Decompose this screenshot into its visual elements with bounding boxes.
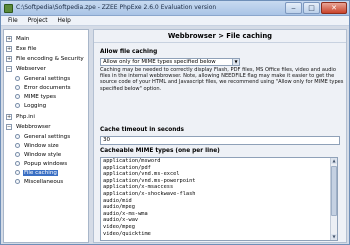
scroll-down-icon[interactable]: ▼ bbox=[331, 234, 337, 240]
expand-icon[interactable]: + bbox=[6, 55, 12, 62]
sidebar-item[interactable]: − Webserver bbox=[6, 64, 47, 73]
expand-icon[interactable]: + bbox=[6, 35, 12, 42]
mime-type-line: application/x-shockwave-flash bbox=[103, 190, 196, 197]
timeout-input[interactable]: 30 bbox=[100, 136, 340, 145]
scroll-up-icon[interactable]: ▲ bbox=[331, 158, 337, 164]
mime-types-label: Cacheable MIME types (one per line) bbox=[100, 148, 220, 154]
page-node-icon bbox=[15, 161, 20, 166]
mime-type-line: video/mpeg bbox=[103, 223, 135, 230]
timeout-label: Cache timeout in seconds bbox=[100, 127, 184, 133]
sidebar-item-label: Webbrowser bbox=[16, 123, 51, 130]
expand-icon[interactable]: + bbox=[6, 45, 12, 52]
mime-type-line: video/quicktime bbox=[103, 230, 151, 237]
sidebar-item[interactable]: Error documents bbox=[15, 83, 72, 92]
maximize-button[interactable]: □ bbox=[303, 2, 320, 14]
sidebar-item-label: General settings bbox=[24, 75, 71, 82]
sidebar-item-label: Exe file bbox=[16, 45, 37, 52]
mime-type-line: application/x-msaccess bbox=[103, 184, 174, 191]
sidebar-item-label: Main bbox=[16, 35, 30, 42]
sidebar-item[interactable]: + Php.ini bbox=[6, 112, 36, 121]
sidebar-item[interactable]: + Exe file bbox=[6, 44, 37, 53]
allow-caching-label: Allow file caching bbox=[100, 49, 158, 55]
page-node-icon bbox=[15, 179, 20, 184]
settings-panel: Webbrowser > File caching Allow file cac… bbox=[93, 29, 347, 243]
mime-type-line: application/vnd.ms-excel bbox=[103, 171, 180, 178]
page-node-icon bbox=[15, 143, 20, 148]
sidebar-item-label: MIME types bbox=[24, 93, 57, 100]
sidebar-item-label: Popup windows bbox=[24, 160, 68, 167]
mime-types-textarea[interactable]: application/msword application/pdf applica… bbox=[100, 157, 338, 241]
mime-type-line: audio/x-ms-wma bbox=[103, 210, 148, 217]
title-bar[interactable]: C:\Softpedia\Softpedia.zpe - ZZEE PhpExe… bbox=[1, 1, 349, 16]
close-button[interactable]: ✕ bbox=[321, 2, 347, 14]
menu-file[interactable]: File bbox=[3, 18, 23, 24]
allow-caching-select[interactable]: Allow only for MIME types specified belo… bbox=[100, 58, 240, 66]
sidebar-item[interactable]: General settings bbox=[15, 74, 71, 83]
menu-project[interactable]: Project bbox=[23, 18, 53, 24]
sidebar-item-label: File caching bbox=[23, 169, 58, 176]
allow-caching-value: Allow only for MIME types specified belo… bbox=[103, 59, 216, 65]
page-node-icon bbox=[15, 103, 20, 108]
minimize-button[interactable]: ‒ bbox=[285, 2, 302, 14]
sidebar-item[interactable]: Popup windows bbox=[15, 159, 68, 168]
page-node-icon bbox=[15, 76, 20, 81]
mime-type-line: audio/x-wav bbox=[103, 217, 139, 224]
sidebar-item[interactable]: MIME types bbox=[15, 92, 57, 101]
sidebar-item-label: Miscellaneous bbox=[24, 178, 64, 185]
scroll-thumb[interactable] bbox=[331, 166, 337, 216]
page-node-icon bbox=[15, 85, 20, 90]
mime-type-line: application/vnd.ms-powerpoint bbox=[103, 177, 196, 184]
sidebar-item[interactable]: Window size bbox=[15, 141, 60, 150]
sidebar-item-label: File encoding & Security bbox=[16, 55, 84, 62]
menu-bar: File Project Help bbox=[1, 16, 349, 26]
sidebar-item[interactable]: General settings bbox=[15, 132, 71, 141]
mime-type-line: application/pdf bbox=[103, 164, 151, 171]
sidebar-item[interactable]: + File encoding & Security bbox=[6, 54, 85, 63]
menu-help[interactable]: Help bbox=[53, 18, 76, 24]
sidebar-item-label: Window style bbox=[24, 151, 62, 158]
sidebar-item[interactable]: Miscellaneous bbox=[15, 177, 64, 186]
sidebar-item[interactable]: Logging bbox=[15, 101, 47, 110]
collapse-icon[interactable]: − bbox=[6, 65, 12, 72]
collapse-icon[interactable]: − bbox=[6, 123, 12, 130]
window-controls: ‒ □ ✕ bbox=[285, 2, 347, 14]
page-node-icon bbox=[15, 134, 20, 139]
page-node-icon bbox=[15, 152, 20, 157]
sidebar-item-label: Error documents bbox=[24, 84, 71, 91]
page-title: Webbrowser > File caching bbox=[94, 30, 346, 43]
app-window: C:\Softpedia\Softpedia.zpe - ZZEE PhpExe… bbox=[0, 0, 350, 245]
expand-icon[interactable]: + bbox=[6, 113, 12, 120]
sidebar-item-label: Webserver bbox=[16, 65, 46, 72]
sidebar-item[interactable]: − Webbrowser bbox=[6, 122, 52, 131]
mime-type-line: audio/mid bbox=[103, 197, 132, 204]
app-icon bbox=[4, 4, 13, 13]
page-node-icon bbox=[15, 170, 20, 175]
settings-tree: + Main + Exe file + File encoding & Security −… bbox=[3, 29, 89, 243]
page-node-icon bbox=[15, 94, 20, 99]
mime-scrollbar[interactable]: ▲ ▼ bbox=[330, 158, 337, 240]
sidebar-item[interactable]: + Main bbox=[6, 34, 30, 43]
mime-type-line: application/msword bbox=[103, 158, 161, 164]
caching-description: Caching may be needed to correctly displ… bbox=[100, 67, 344, 92]
sidebar-item[interactable]: File caching bbox=[15, 168, 58, 177]
mime-types-list: application/msword application/pdf applica… bbox=[101, 158, 337, 237]
sidebar-item-label: Window size bbox=[24, 142, 59, 149]
chevron-down-icon[interactable]: ▼ bbox=[232, 59, 239, 65]
sidebar-item[interactable]: Window style bbox=[15, 150, 62, 159]
sidebar-item-label: Logging bbox=[24, 102, 47, 109]
window-title: C:\Softpedia\Softpedia.zpe - ZZEE PhpExe… bbox=[16, 4, 217, 11]
sidebar-item-label: General settings bbox=[24, 133, 71, 140]
sidebar-item-label: Php.ini bbox=[16, 113, 35, 120]
mime-type-line: audio/mpeg bbox=[103, 204, 135, 211]
